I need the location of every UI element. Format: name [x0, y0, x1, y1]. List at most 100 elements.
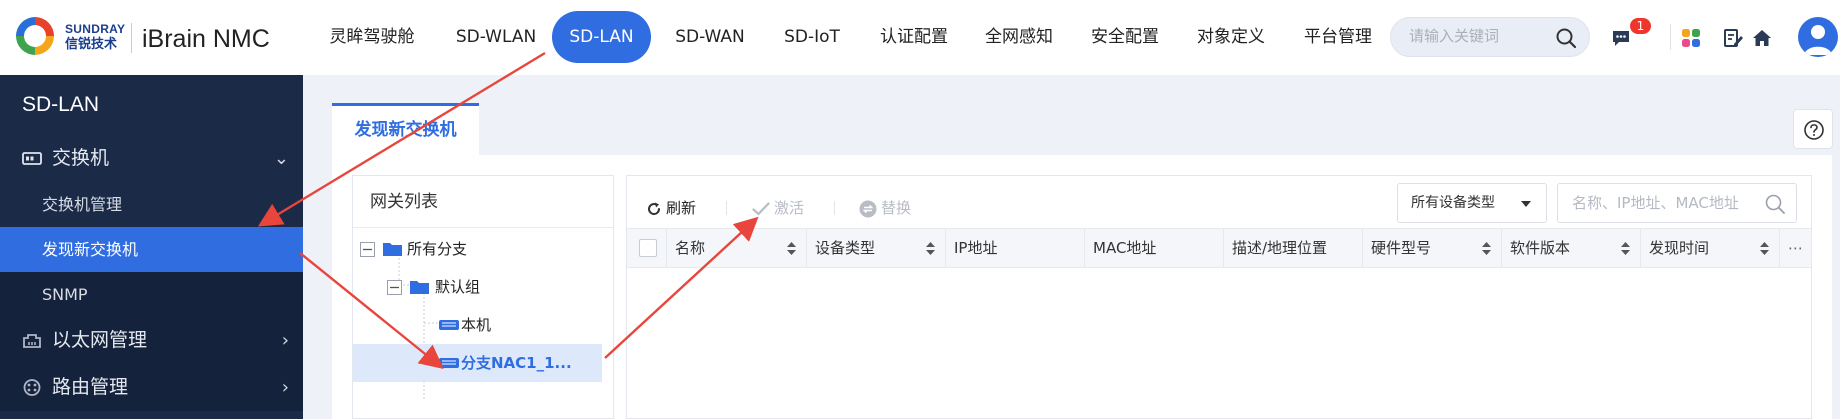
sundray-logo — [16, 17, 54, 55]
device-search — [1557, 183, 1797, 223]
nav-security-config[interactable]: 安全配置 — [1077, 11, 1173, 63]
sidebar-group-label: 以太网管理 — [52, 329, 148, 351]
column-label: 名称 — [675, 239, 706, 257]
nav-sd-lan[interactable]: SD-LAN — [552, 11, 651, 63]
folder-icon — [410, 281, 429, 294]
toolbar-divider — [726, 201, 727, 215]
brand-text: SUNDRAY 信锐技术 — [65, 22, 125, 52]
sort-icon[interactable] — [1621, 242, 1630, 255]
column-label: 设备类型 — [815, 239, 876, 257]
activate-label: 激活 — [774, 199, 805, 217]
select-all-checkbox[interactable] — [639, 239, 657, 257]
tab-discover-switch[interactable]: 发现新交换机 — [332, 103, 479, 155]
column-mac-address[interactable]: MAC地址 — [1085, 229, 1224, 267]
brand-en: SUNDRAY — [65, 22, 126, 36]
chevron-right-icon: › — [281, 330, 289, 351]
user-icon — [1804, 25, 1832, 55]
edit-icon[interactable] — [1723, 28, 1743, 48]
collapse-icon[interactable] — [387, 280, 402, 295]
sidebar-group-routing[interactable]: 路由管理 › — [0, 364, 303, 411]
nav-cockpit[interactable]: 灵眸驾驶舱 — [316, 11, 428, 63]
sidebar-title: SD-LAN — [22, 93, 100, 116]
tree-node-label: 默认组 — [435, 278, 481, 296]
column-ip-address[interactable]: IP地址 — [946, 229, 1085, 267]
search-icon[interactable] — [1764, 193, 1786, 215]
chevron-down-icon: ⌄ — [273, 148, 289, 169]
page-tabs: 发现新交换机 — [332, 103, 1832, 155]
ethernet-icon — [23, 334, 41, 348]
tree-node-all-branches[interactable]: 所有分支 — [353, 230, 613, 268]
sort-icon[interactable] — [1482, 242, 1491, 255]
help-button[interactable] — [1793, 109, 1833, 149]
device-type-value: 所有设备类型 — [1411, 195, 1495, 211]
nav-auth-config[interactable]: 认证配置 — [866, 11, 962, 63]
gateway-tree-panel: 网关列表 所有分支 默认组 本机 分支NAC1_1... — [352, 175, 614, 419]
avatar[interactable] — [1798, 17, 1838, 57]
collapse-icon[interactable] — [360, 242, 375, 257]
column-software-version[interactable]: 软件版本 — [1502, 229, 1641, 267]
sidebar: SD-LAN 交换机 ⌄ 交换机管理 发现新交换机 SNMP 以太网管理 › 路… — [0, 75, 303, 419]
brand-cn: 信锐技术 — [65, 37, 118, 52]
global-search — [1390, 17, 1590, 57]
device-search-input[interactable] — [1572, 194, 1757, 212]
column-options-button[interactable]: ⋯ — [1780, 229, 1811, 267]
sort-icon[interactable] — [787, 242, 796, 255]
product-name: iBrain NMC — [142, 25, 270, 53]
sort-icon[interactable] — [1760, 242, 1769, 255]
nav-object-definition[interactable]: 对象定义 — [1183, 11, 1279, 63]
nav-sd-wlan[interactable]: SD-WLAN — [440, 11, 552, 63]
sidebar-group-switch[interactable]: 交换机 ⌄ — [0, 135, 303, 182]
sidebar-group-label: 交换机 — [52, 147, 110, 169]
column-label: 硬件型号 — [1371, 239, 1432, 257]
replace-icon — [859, 200, 877, 217]
toolbar-divider — [834, 201, 835, 215]
brand-divider — [131, 23, 132, 53]
tree-node-label: 本机 — [461, 316, 492, 334]
apps-icon[interactable] — [1681, 28, 1701, 48]
sidebar-item-snmp[interactable]: SNMP — [0, 272, 303, 317]
column-label: 描述/地理位置 — [1232, 239, 1328, 257]
column-label: MAC地址 — [1093, 239, 1157, 257]
tree-node-label: 分支NAC1_1... — [461, 354, 572, 372]
activate-button[interactable]: 激活 — [752, 193, 804, 223]
chevron-right-icon: › — [281, 377, 289, 398]
column-name[interactable]: 名称 — [667, 229, 807, 267]
tree-node-label: 所有分支 — [407, 240, 468, 258]
nav-sd-iot[interactable]: SD-IoT — [772, 11, 852, 63]
column-device-type[interactable]: 设备类型 — [807, 229, 946, 267]
tree-panel-title: 网关列表 — [353, 176, 613, 228]
global-search-input[interactable] — [1409, 27, 1549, 45]
tree-node-branch-nac[interactable]: 分支NAC1_1... — [353, 344, 602, 382]
device-type-select[interactable]: 所有设备类型 — [1397, 183, 1547, 223]
sidebar-group-ethernet[interactable]: 以太网管理 › — [0, 317, 303, 364]
header-divider — [1670, 24, 1671, 50]
sidebar-item-discover-switch[interactable]: 发现新交换机 — [0, 227, 303, 272]
replace-label: 替换 — [881, 199, 912, 217]
help-icon — [1804, 120, 1824, 140]
nav-platform-management[interactable]: 平台管理 — [1290, 11, 1386, 63]
message-icon[interactable] — [1611, 28, 1631, 48]
nav-sd-wan[interactable]: SD-WAN — [661, 11, 759, 63]
sort-icon[interactable] — [926, 242, 935, 255]
tree-node-default-group[interactable]: 默认组 — [353, 268, 613, 306]
message-badge: 1 — [1630, 18, 1651, 34]
home-icon[interactable] — [1752, 28, 1772, 48]
sidebar-item-switch-management[interactable]: 交换机管理 — [0, 182, 303, 227]
column-description-location[interactable]: 描述/地理位置 — [1224, 229, 1363, 267]
top-header: SUNDRAY 信锐技术 iBrain NMC 灵眸驾驶舱 SD-WLAN SD… — [0, 0, 1840, 75]
gateway-device-icon — [439, 320, 459, 330]
switch-icon — [22, 152, 42, 165]
switch-grid-panel: 刷新 激活 替换 所有设备类型 名称 设备类型 IP地址 MA — [626, 175, 1812, 419]
replace-button[interactable]: 替换 — [859, 193, 911, 223]
refresh-icon — [648, 202, 661, 215]
column-hardware-model[interactable]: 硬件型号 — [1363, 229, 1502, 267]
tree-node-local[interactable]: 本机 — [353, 306, 613, 344]
search-icon[interactable] — [1555, 27, 1577, 49]
refresh-button[interactable]: 刷新 — [646, 193, 696, 223]
check-icon — [752, 201, 770, 216]
nav-network-awareness[interactable]: 全网感知 — [971, 11, 1067, 63]
route-icon — [23, 379, 41, 396]
column-label: 发现时间 — [1649, 239, 1710, 257]
caret-down-icon — [1521, 201, 1531, 207]
column-discovery-time[interactable]: 发现时间 — [1641, 229, 1780, 267]
